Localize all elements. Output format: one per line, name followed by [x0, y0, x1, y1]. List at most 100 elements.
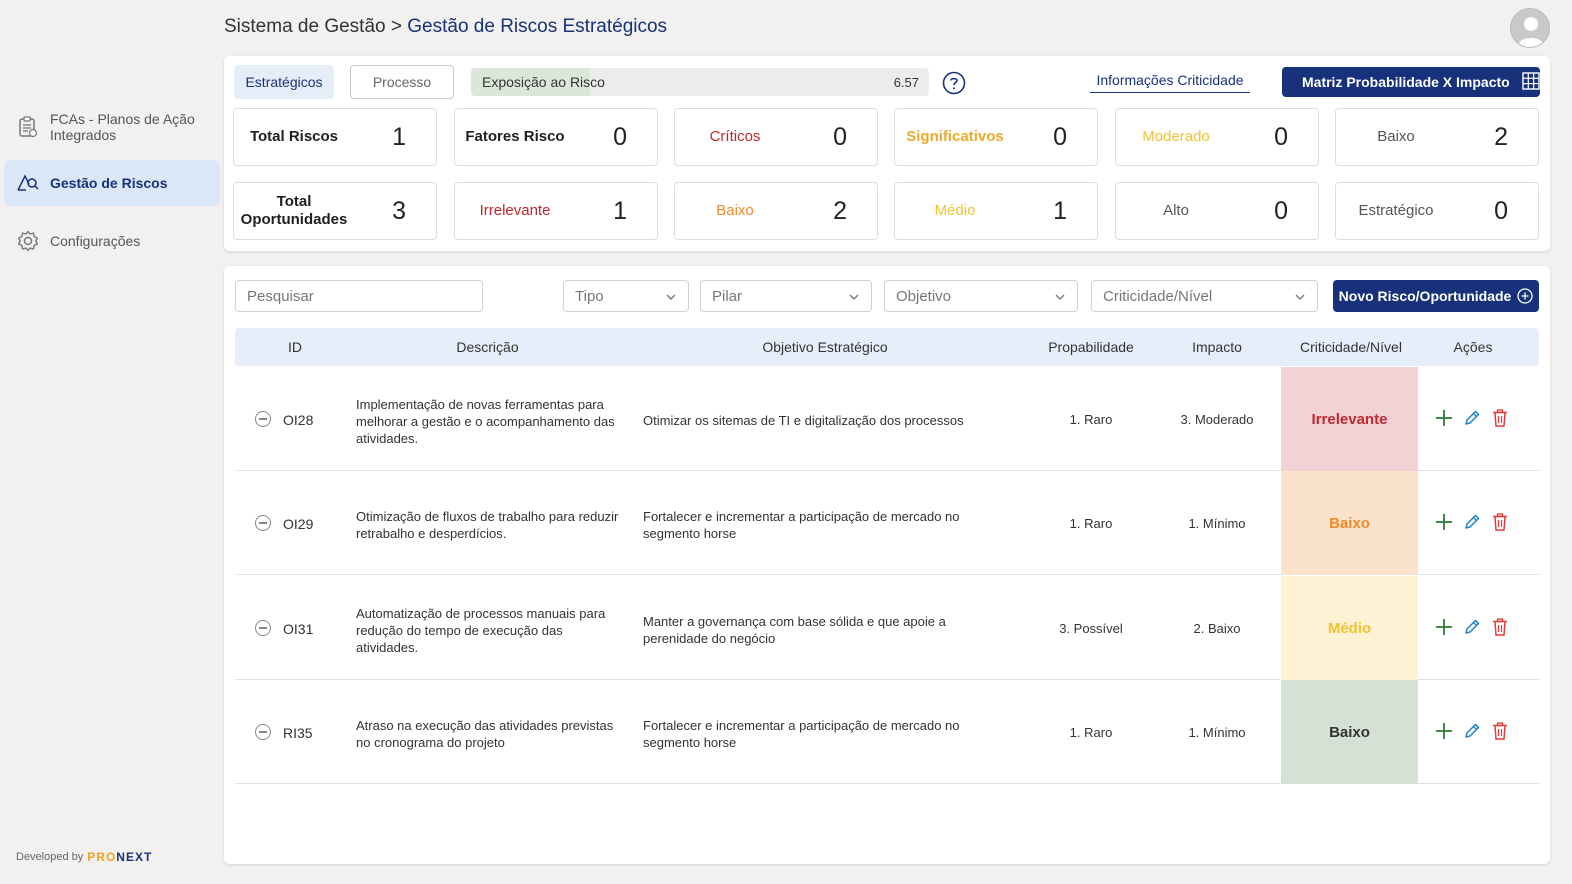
user-icon [1517, 17, 1545, 47]
stat-label: Moderado [1142, 128, 1210, 145]
stat-label: Total Riscos [249, 128, 339, 145]
add-icon[interactable] [1435, 513, 1453, 531]
chevron-down-icon [849, 294, 859, 300]
select-value: Tipo [575, 288, 604, 305]
delete-trash-icon[interactable] [1491, 513, 1509, 531]
row-impacto: 3. Moderado [1180, 412, 1254, 427]
stat-total-oportunidades: Total Oportunidades 3 [233, 182, 437, 240]
pronext-logo: PRONEXT [87, 850, 153, 864]
stat-value: 0 [1053, 123, 1067, 151]
col-descricao[interactable]: Descrição [435, 339, 540, 355]
exposure-bar: Exposição ao Risco 6.57 [471, 68, 929, 96]
stat-label: Alto [1163, 202, 1189, 219]
stat-label: Baixo [1377, 128, 1415, 145]
stat-label: Médio [934, 202, 976, 219]
stat-value: 0 [613, 123, 627, 151]
add-icon[interactable] [1435, 409, 1453, 427]
row-actions [1435, 618, 1509, 636]
row-criticidade: Baixo [1281, 680, 1418, 784]
row-id: OI31 [283, 621, 314, 637]
tipo-select[interactable]: Tipo [563, 280, 689, 312]
stat-label: Irrelevante [479, 202, 551, 219]
help-icon[interactable] [942, 71, 966, 95]
exposure-value: 6.57 [893, 75, 919, 90]
stat-value: 2 [833, 197, 847, 225]
col-acoes: Ações [1453, 339, 1493, 355]
table-header: ID Descrição Objetivo Estratégico Propab… [235, 328, 1539, 366]
edit-pencil-icon[interactable] [1463, 409, 1481, 427]
matrix-button[interactable]: Matriz Probabilidade X Impacto [1282, 67, 1540, 97]
col-criticidade[interactable]: Criticidade/Nível [1281, 339, 1421, 355]
row-impacto: 1. Mínimo [1188, 516, 1246, 531]
matrix-button-label: Matriz Probabilidade X Impacto [1302, 74, 1510, 90]
delete-trash-icon[interactable] [1491, 722, 1509, 740]
pilar-select[interactable]: Pilar [700, 280, 872, 312]
breadcrumb: Sistema de Gestão > Gestão de Riscos Est… [224, 16, 667, 38]
edit-pencil-icon[interactable] [1463, 618, 1481, 636]
stat-fatores-risco: Fatores Risco 0 [454, 108, 658, 166]
row-impacto: 1. Mínimo [1188, 725, 1246, 740]
sidebar-item-configuracoes[interactable]: Configurações [4, 226, 220, 256]
row-probabilidade: 1. Raro [1069, 725, 1113, 740]
stat-label: Estratégico [1358, 202, 1434, 219]
table-row: OI29 Otimização de fluxos de trabalho par… [235, 471, 1539, 575]
avatar[interactable] [1510, 8, 1550, 48]
edit-pencil-icon[interactable] [1463, 722, 1481, 740]
stat-alto: Alto 0 [1115, 182, 1319, 240]
risk-table-card: Tipo Pilar Objetivo Criticidade/Nível No… [224, 266, 1550, 864]
stat-baixo-oportunidade: Baixo 2 [674, 182, 878, 240]
sidebar: FCAs - Planos de Ação Integrados Gestão … [0, 0, 222, 884]
row-id: OI29 [283, 516, 314, 532]
exposure-label: Exposição ao Risco [482, 74, 605, 90]
tab-estrategicos[interactable]: Estratégicos [234, 65, 334, 99]
select-value: Pilar [712, 288, 743, 305]
chevron-down-icon [1295, 294, 1305, 300]
add-icon[interactable] [1435, 618, 1453, 636]
table-row: RI35 Atraso na execução das atividades pr… [235, 680, 1539, 784]
new-risk-button[interactable]: Novo Risco/Oportunidade [1333, 280, 1539, 312]
delete-trash-icon[interactable] [1491, 618, 1509, 636]
gear-icon [16, 229, 40, 253]
table-row: OI31 Automatização de processos manuais p… [235, 576, 1539, 680]
add-icon[interactable] [1435, 722, 1453, 740]
stat-value: 0 [1494, 197, 1508, 225]
search-input[interactable] [235, 280, 483, 312]
sidebar-item-label: Configurações [50, 233, 141, 249]
stat-value: 0 [1274, 123, 1288, 151]
new-risk-button-label: Novo Risco/Oportunidade [1338, 288, 1512, 304]
info-criticidade-link[interactable]: Informações Criticidade [1090, 72, 1250, 93]
row-objetivo: Otimizar os sitemas de TI e digitalizaçã… [643, 413, 964, 428]
stat-value: 0 [1274, 197, 1288, 225]
breadcrumb-root[interactable]: Sistema de Gestão [224, 16, 386, 37]
edit-pencil-icon[interactable] [1463, 513, 1481, 531]
row-probabilidade: 1. Raro [1069, 516, 1113, 531]
row-criticidade: Baixo [1281, 471, 1418, 575]
stat-moderado: Moderado 0 [1115, 108, 1319, 166]
collapse-toggle-icon[interactable] [255, 620, 271, 636]
row-objetivo: Manter a governança com base sólida e qu… [643, 614, 946, 646]
collapse-toggle-icon[interactable] [255, 515, 271, 531]
col-impacto[interactable]: Impacto [1167, 339, 1267, 355]
tab-processo[interactable]: Processo [350, 65, 454, 99]
row-objetivo: Fortalecer e incrementar a participação … [643, 509, 960, 541]
objetivo-select[interactable]: Objetivo [884, 280, 1078, 312]
sidebar-item-fcas[interactable]: FCAs - Planos de Ação Integrados [4, 108, 220, 146]
stat-label: Críticos [709, 128, 761, 145]
clipboard-icon [16, 115, 40, 139]
row-descricao: Implementação de novas ferramentas para … [356, 397, 615, 446]
stat-value: 3 [392, 197, 406, 225]
col-probabilidade[interactable]: Propabilidade [1035, 339, 1147, 355]
criticidade-select[interactable]: Criticidade/Nível [1091, 280, 1318, 312]
row-objetivo: Fortalecer e incrementar a participação … [643, 718, 960, 750]
sidebar-item-gestao-riscos[interactable]: Gestão de Riscos [4, 160, 220, 206]
risk-search-icon [16, 171, 40, 195]
row-actions [1435, 722, 1509, 740]
collapse-toggle-icon[interactable] [255, 724, 271, 740]
stat-significativos: Significativos 0 [894, 108, 1098, 166]
stat-irrelevante: Irrelevante 1 [454, 182, 658, 240]
col-objetivo[interactable]: Objetivo Estratégico [735, 339, 915, 355]
col-id[interactable]: ID [275, 339, 315, 355]
delete-trash-icon[interactable] [1491, 409, 1509, 427]
collapse-toggle-icon[interactable] [255, 411, 271, 427]
stat-value: 1 [1053, 197, 1067, 225]
